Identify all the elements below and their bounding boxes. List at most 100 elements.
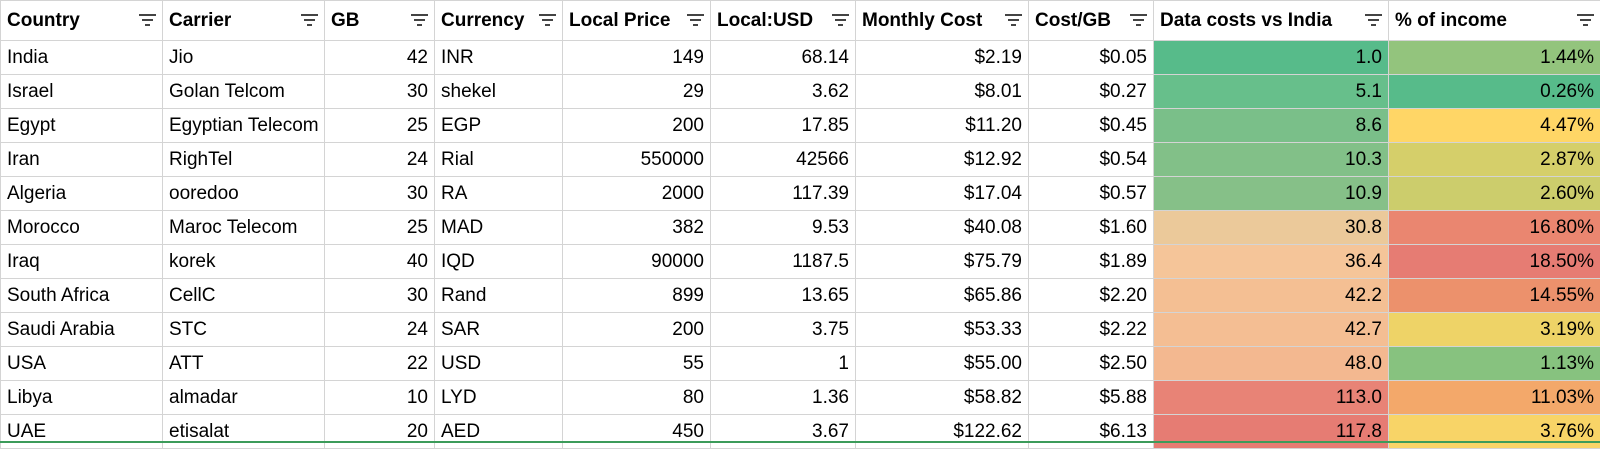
filter-icon[interactable] [411, 14, 428, 26]
cell-gb[interactable]: 40 [324, 244, 435, 279]
cell-cost-gb[interactable]: $5.88 [1028, 380, 1154, 415]
cell-local-usd[interactable]: 13.65 [710, 278, 856, 313]
cell-carrier[interactable]: korek [162, 244, 325, 279]
cell-vs-india[interactable]: 42.7 [1153, 312, 1389, 347]
cell-carrier[interactable]: almadar [162, 380, 325, 415]
cell-vs-india[interactable]: 8.6 [1153, 108, 1389, 143]
cell-gb[interactable]: 22 [324, 346, 435, 381]
cell-country[interactable]: Libya [0, 380, 163, 415]
cell-pct-income[interactable]: 4.47% [1388, 108, 1600, 143]
cell-local-usd[interactable]: 9.53 [710, 210, 856, 245]
cell-gb[interactable]: 30 [324, 74, 435, 109]
cell-cost-gb[interactable]: $0.05 [1028, 40, 1154, 75]
column-header-country[interactable]: Country [0, 0, 163, 41]
cell-cost-gb[interactable]: $0.57 [1028, 176, 1154, 211]
cell-country[interactable]: Algeria [0, 176, 163, 211]
cell-country[interactable]: Saudi Arabia [0, 312, 163, 347]
cell-pct-income[interactable]: 2.60% [1388, 176, 1600, 211]
cell-currency[interactable]: IQD [434, 244, 563, 279]
cell-carrier[interactable]: ATT [162, 346, 325, 381]
cell-currency[interactable]: Rand [434, 278, 563, 313]
filter-icon[interactable] [301, 14, 318, 26]
cell-pct-income[interactable]: 18.50% [1388, 244, 1600, 279]
cell-local-usd[interactable]: 1.36 [710, 380, 856, 415]
cell-monthly-cost[interactable]: $2.19 [855, 40, 1029, 75]
cell-gb[interactable]: 20 [324, 414, 435, 449]
cell-vs-india[interactable]: 36.4 [1153, 244, 1389, 279]
cell-cost-gb[interactable]: $0.27 [1028, 74, 1154, 109]
cell-monthly-cost[interactable]: $40.08 [855, 210, 1029, 245]
cell-vs-india[interactable]: 113.0 [1153, 380, 1389, 415]
cell-gb[interactable]: 24 [324, 312, 435, 347]
cell-local-price[interactable]: 55 [562, 346, 711, 381]
filter-icon[interactable] [687, 14, 704, 26]
cell-monthly-cost[interactable]: $58.82 [855, 380, 1029, 415]
cell-local-price[interactable]: 550000 [562, 142, 711, 177]
cell-local-price[interactable]: 382 [562, 210, 711, 245]
cell-carrier[interactable]: RighTel [162, 142, 325, 177]
filter-icon[interactable] [539, 14, 556, 26]
cell-currency[interactable]: USD [434, 346, 563, 381]
cell-local-price[interactable]: 200 [562, 108, 711, 143]
cell-gb[interactable]: 30 [324, 278, 435, 313]
cell-pct-income[interactable]: 16.80% [1388, 210, 1600, 245]
cell-pct-income[interactable]: 3.76% [1388, 414, 1600, 449]
cell-currency[interactable]: LYD [434, 380, 563, 415]
cell-country[interactable]: UAE [0, 414, 163, 449]
cell-monthly-cost[interactable]: $11.20 [855, 108, 1029, 143]
cell-carrier[interactable]: ooredoo [162, 176, 325, 211]
cell-local-price[interactable]: 450 [562, 414, 711, 449]
cell-carrier[interactable]: Egyptian Telecom [162, 108, 325, 143]
cell-currency[interactable]: INR [434, 40, 563, 75]
cell-local-usd[interactable]: 17.85 [710, 108, 856, 143]
cell-monthly-cost[interactable]: $12.92 [855, 142, 1029, 177]
cell-country[interactable]: Morocco [0, 210, 163, 245]
column-header-monthly-cost[interactable]: Monthly Cost [855, 0, 1029, 41]
column-header-vs-india[interactable]: Data costs vs India [1153, 0, 1389, 41]
cell-monthly-cost[interactable]: $17.04 [855, 176, 1029, 211]
cell-carrier[interactable]: Maroc Telecom [162, 210, 325, 245]
cell-local-price[interactable]: 29 [562, 74, 711, 109]
column-header-local-price[interactable]: Local Price [562, 0, 711, 41]
cell-monthly-cost[interactable]: $122.62 [855, 414, 1029, 449]
cell-local-usd[interactable]: 1187.5 [710, 244, 856, 279]
column-header-pct-income[interactable]: % of income [1388, 0, 1600, 41]
cell-cost-gb[interactable]: $0.54 [1028, 142, 1154, 177]
cell-vs-india[interactable]: 117.8 [1153, 414, 1389, 449]
cell-pct-income[interactable]: 11.03% [1388, 380, 1600, 415]
cell-local-usd[interactable]: 3.62 [710, 74, 856, 109]
cell-gb[interactable]: 24 [324, 142, 435, 177]
cell-vs-india[interactable]: 42.2 [1153, 278, 1389, 313]
cell-country[interactable]: USA [0, 346, 163, 381]
cell-cost-gb[interactable]: $2.20 [1028, 278, 1154, 313]
cell-country[interactable]: Iran [0, 142, 163, 177]
cell-pct-income[interactable]: 1.44% [1388, 40, 1600, 75]
cell-carrier[interactable]: Golan Telcom [162, 74, 325, 109]
cell-local-price[interactable]: 90000 [562, 244, 711, 279]
cell-cost-gb[interactable]: $1.89 [1028, 244, 1154, 279]
cell-pct-income[interactable]: 0.26% [1388, 74, 1600, 109]
cell-country[interactable]: Egypt [0, 108, 163, 143]
cell-country[interactable]: India [0, 40, 163, 75]
cell-country[interactable]: Iraq [0, 244, 163, 279]
cell-vs-india[interactable]: 1.0 [1153, 40, 1389, 75]
filter-icon[interactable] [832, 14, 849, 26]
cell-gb[interactable]: 30 [324, 176, 435, 211]
cell-vs-india[interactable]: 10.3 [1153, 142, 1389, 177]
cell-vs-india[interactable]: 30.8 [1153, 210, 1389, 245]
cell-vs-india[interactable]: 48.0 [1153, 346, 1389, 381]
cell-cost-gb[interactable]: $2.22 [1028, 312, 1154, 347]
cell-local-price[interactable]: 2000 [562, 176, 711, 211]
filter-icon[interactable] [1577, 14, 1594, 26]
cell-currency[interactable]: shekel [434, 74, 563, 109]
filter-icon[interactable] [139, 14, 156, 26]
cell-country[interactable]: South Africa [0, 278, 163, 313]
cell-gb[interactable]: 25 [324, 210, 435, 245]
cell-carrier[interactable]: etisalat [162, 414, 325, 449]
cell-local-usd[interactable]: 42566 [710, 142, 856, 177]
cell-local-usd[interactable]: 117.39 [710, 176, 856, 211]
cell-pct-income[interactable]: 3.19% [1388, 312, 1600, 347]
cell-cost-gb[interactable]: $6.13 [1028, 414, 1154, 449]
cell-carrier[interactable]: STC [162, 312, 325, 347]
cell-cost-gb[interactable]: $2.50 [1028, 346, 1154, 381]
